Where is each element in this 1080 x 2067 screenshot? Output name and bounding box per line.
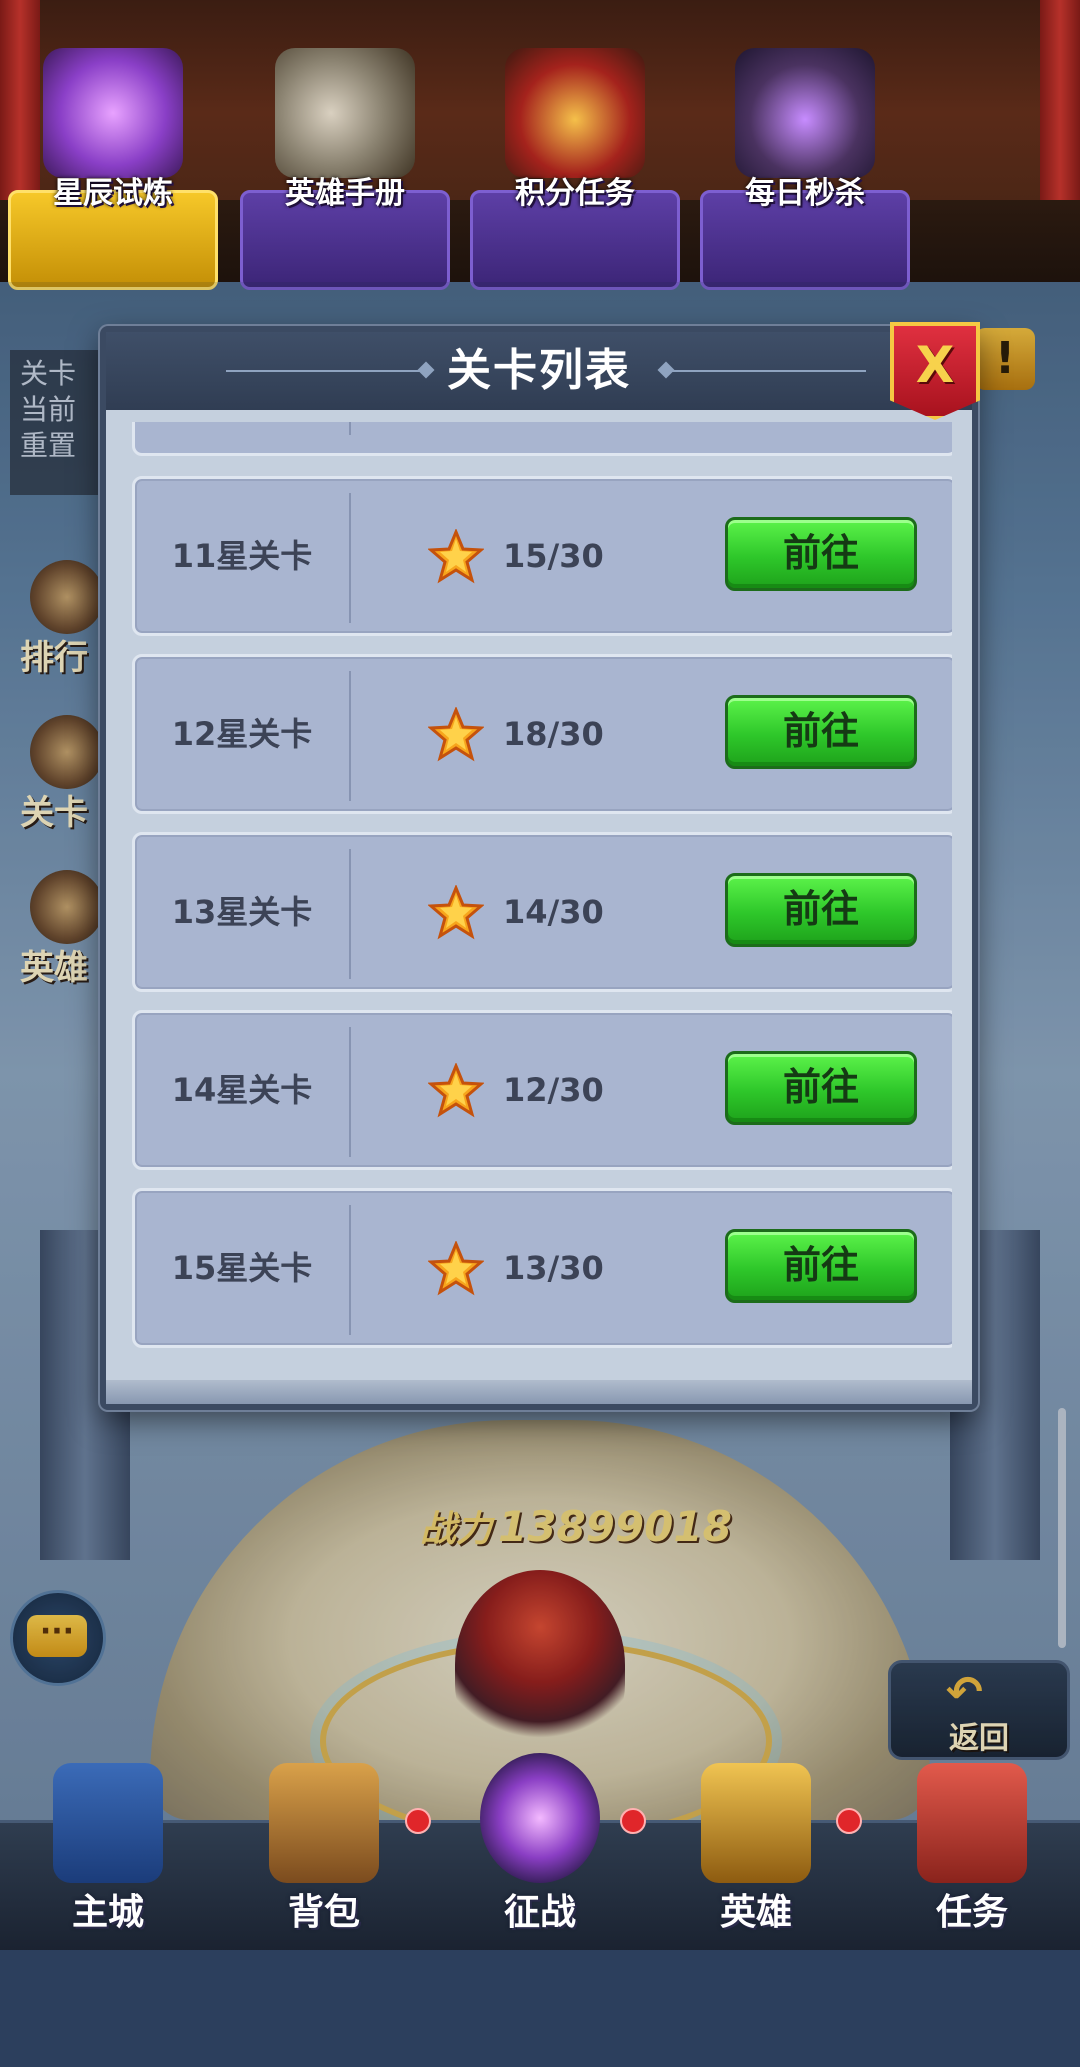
row-divider [349,671,351,801]
star-icon [428,1241,484,1296]
star-icon [428,1063,484,1118]
stage-row: 12星关卡 18/30 前往 [132,654,952,814]
stage-row: 14星关卡 12/30 前往 [132,1010,952,1170]
stage-name: 13星关卡 [171,893,313,931]
nav-hero[interactable]: 英雄 [648,1763,864,1953]
event-label: 星辰试炼 [53,176,173,211]
star-count: 15/30 [503,537,604,575]
row-divider [349,493,351,623]
dialog-footer [106,1380,972,1404]
go-button[interactable]: 前往 [725,1051,917,1125]
main-city-icon [53,1763,163,1883]
row-divider [349,422,351,435]
hero-handbook-icon [275,48,415,178]
stage-list-dialog: 关卡列表 11星关卡 15/30 前往 12星关卡 18/30 前往 13星关卡… [100,326,978,1410]
stage-row: 11星关卡 15/30 前往 [132,476,952,636]
dialog-title: 关卡列表 [447,345,631,396]
stage-name: 11星关卡 [171,537,313,575]
event-label: 英雄手册 [285,176,405,211]
backpack-icon [269,1763,379,1883]
row-divider [349,1027,351,1157]
go-button[interactable]: 前往 [725,517,917,591]
star-count: 12/30 [503,1071,604,1109]
hero-notification-dot [836,1808,862,1834]
nav-quest[interactable]: 任务 [864,1763,1080,1953]
stage-row: 15星关卡 13/30 前往 [132,1188,952,1348]
stage-name: 12星关卡 [171,715,313,753]
quest-scroll-icon [917,1763,1027,1883]
star-count: 13/30 [503,1249,604,1287]
event-star-trial[interactable]: 星辰试炼 [8,40,218,290]
dialog-header: 关卡列表 [106,332,972,410]
event-label: 每日秒杀 [745,176,865,211]
event-hero-handbook[interactable]: 英雄手册 [240,40,450,290]
nav-label: 征战 [503,1892,576,1933]
nav-label: 背包 [287,1892,360,1933]
row-divider [349,1205,351,1335]
stage-name: 14星关卡 [171,1071,313,1109]
points-task-icon [505,48,645,178]
close-button[interactable]: X [890,322,980,420]
nav-label: 任务 [935,1892,1008,1933]
battle-notification-dot [620,1808,646,1834]
nav-battle[interactable]: 征战 [432,1753,648,1953]
star-icon [428,529,484,584]
go-button[interactable]: 前往 [725,1229,917,1303]
hero-helmet-icon [701,1763,811,1883]
nav-label: 主城 [71,1892,144,1933]
row-divider [349,849,351,979]
go-button[interactable]: 前往 [725,873,917,947]
bottom-nav: 主城 背包 征战 英雄 任务 [0,1753,1080,1953]
battle-icon [480,1753,600,1883]
star-count: 18/30 [503,715,604,753]
nav-backpack[interactable]: 背包 [216,1763,432,1953]
stage-name: 15星关卡 [171,1249,313,1287]
stage-row: 13星关卡 14/30 前往 [132,832,952,992]
backpack-notification-dot [405,1808,431,1834]
star-icon [428,885,484,940]
nav-label: 英雄 [719,1892,792,1933]
stage-row-partial [132,422,952,456]
stage-list[interactable]: 11星关卡 15/30 前往 12星关卡 18/30 前往 13星关卡 14/3… [126,422,952,1382]
daily-flash-sale-icon [735,48,875,178]
system-bar-area [0,1950,1080,2067]
event-points-task[interactable]: 积分任务 [470,40,680,290]
go-button[interactable]: 前往 [725,695,917,769]
event-label: 积分任务 [515,176,635,211]
event-banner: 星辰试炼 英雄手册 积分任务 每日秒杀 [0,0,1080,290]
star-icon [428,707,484,762]
star-trial-icon [43,48,183,178]
star-count: 14/30 [503,893,604,931]
nav-main-city[interactable]: 主城 [0,1763,216,1953]
event-daily-flash-sale[interactable]: 每日秒杀 [700,40,910,290]
